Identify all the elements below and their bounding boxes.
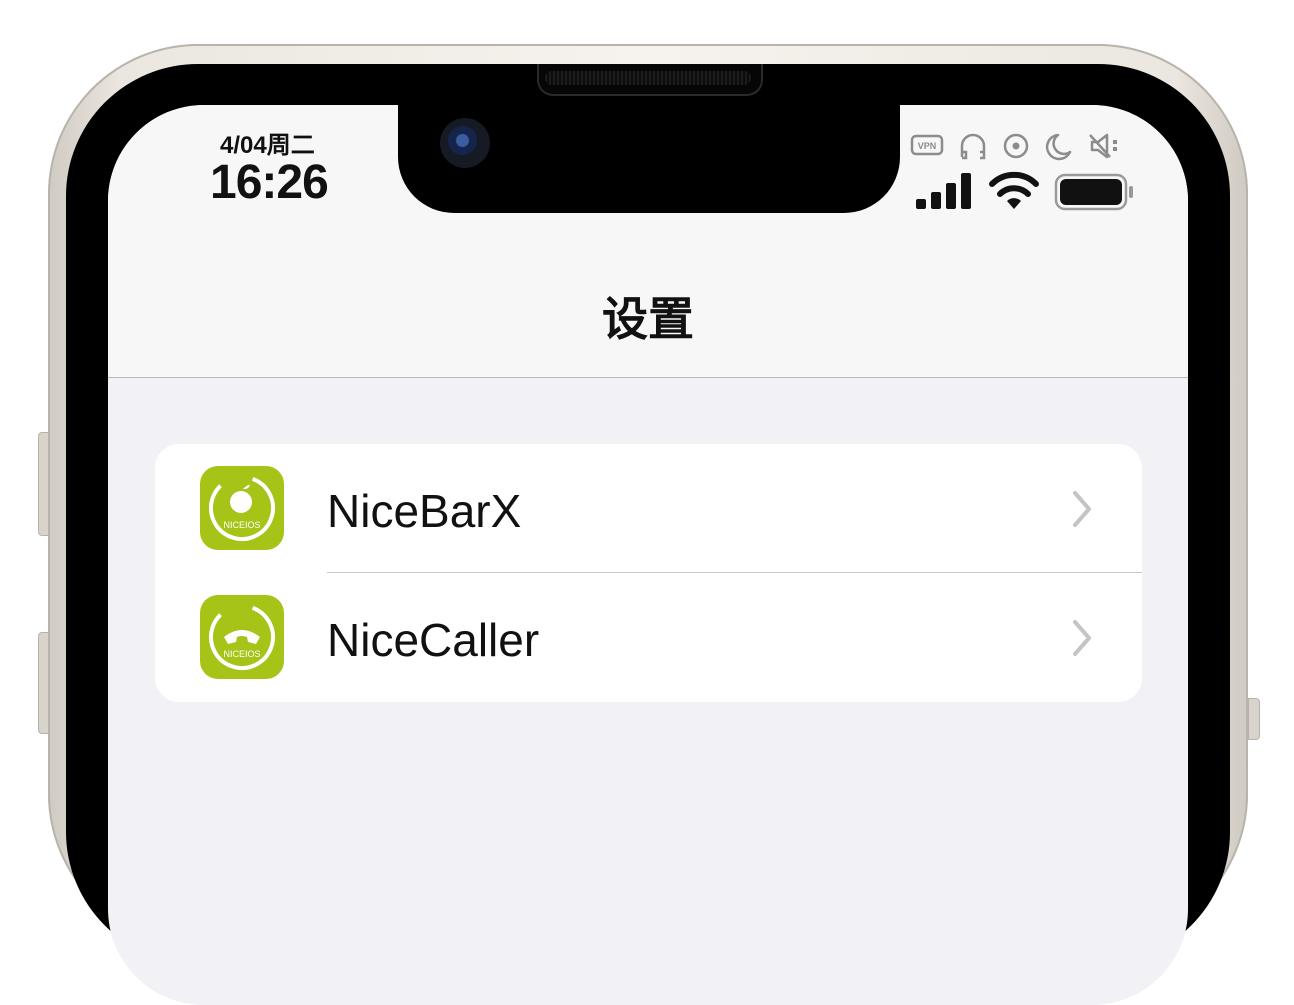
list-item-nicecaller[interactable]: NICEIOS NiceCaller	[155, 573, 1142, 702]
moon-icon	[1045, 133, 1072, 161]
chevron-right-icon	[1073, 491, 1091, 527]
status-time: 16:26	[210, 156, 329, 209]
svg-text:NICEIOS: NICEIOS	[223, 649, 260, 659]
chevron-right-icon	[1073, 620, 1091, 656]
screen: 4/04周二 16:26 VPN 设置 NICEIOS NiceBarX NIC…	[108, 105, 1188, 1005]
navigation-bar: 4/04周二 16:26 VPN 设置	[108, 105, 1188, 378]
battery-icon	[1054, 173, 1133, 211]
mute-icon	[1089, 133, 1117, 159]
list-item-label: NiceCaller	[327, 614, 540, 666]
vpn-icon: VPN	[910, 134, 944, 156]
status-indicators: VPN	[910, 133, 1117, 161]
list-item-label: NiceBarX	[327, 485, 522, 537]
cellular-signal-icon	[916, 173, 971, 209]
headphones-icon	[960, 133, 986, 160]
front-camera	[440, 118, 490, 168]
settings-group: NICEIOS NiceBarX NICEIOS NiceCaller	[155, 444, 1142, 702]
page-title: 设置	[602, 293, 694, 345]
svg-text:NICEIOS: NICEIOS	[223, 520, 260, 530]
earpiece-grill	[545, 71, 751, 85]
wifi-icon	[989, 171, 1039, 209]
svg-text:VPN: VPN	[918, 141, 937, 151]
nicecaller-app-icon: NICEIOS	[200, 595, 284, 679]
side-button-power	[1248, 698, 1260, 740]
location-icon	[1003, 133, 1029, 159]
list-item-nicebarx[interactable]: NICEIOS NiceBarX	[155, 444, 1142, 573]
nicebarx-app-icon: NICEIOS	[200, 466, 284, 550]
